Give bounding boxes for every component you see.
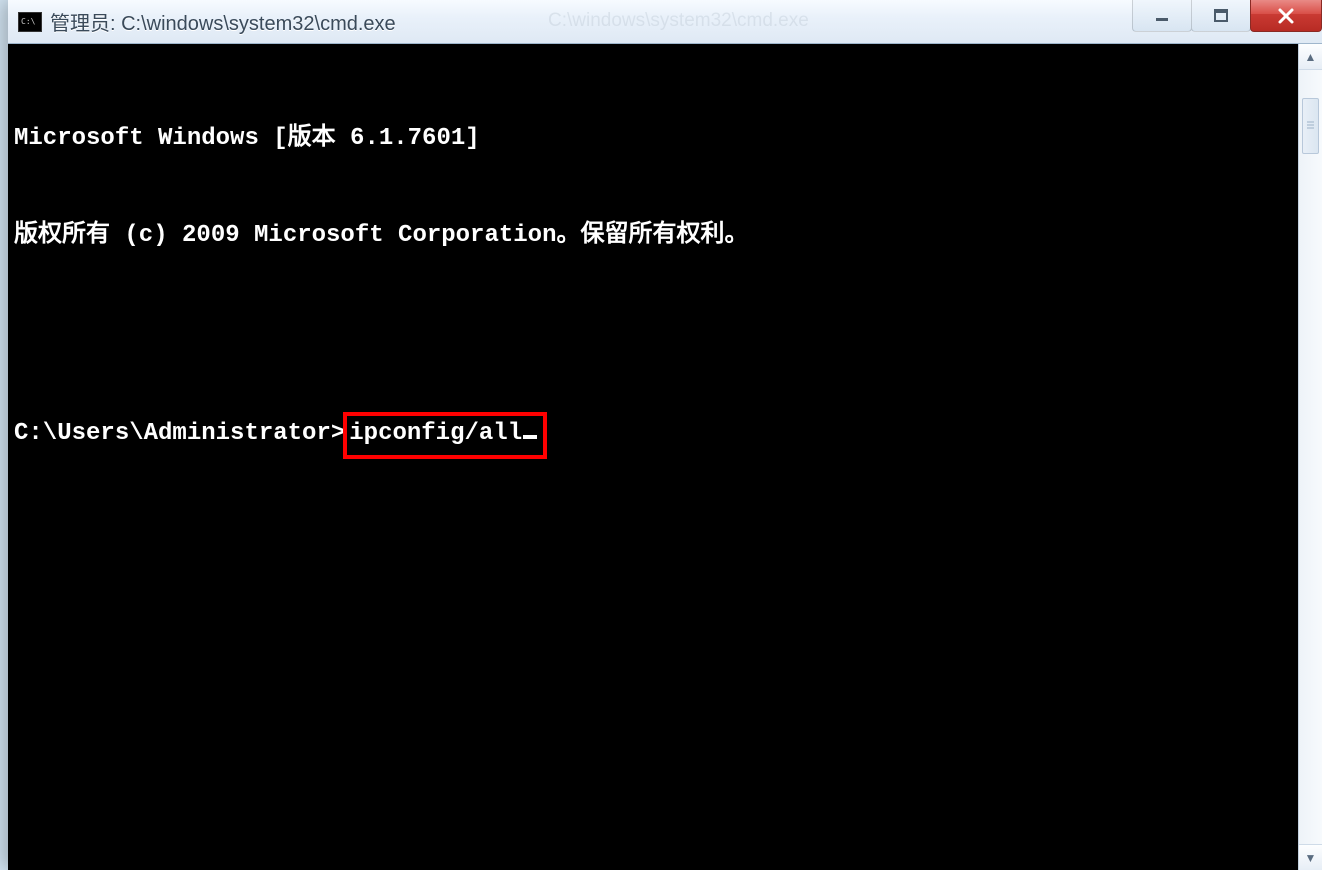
- minimize-icon: [1154, 8, 1170, 24]
- window-controls: [1133, 0, 1322, 32]
- shadow-title: C:\windows\system32\cmd.exe: [548, 10, 809, 32]
- minimize-button[interactable]: [1132, 0, 1192, 32]
- maximize-icon: [1213, 8, 1229, 24]
- prompt-text: C:\Users\Administrator>: [14, 420, 345, 447]
- arrow-up-icon: ▲: [1305, 50, 1317, 64]
- scroll-track[interactable]: [1299, 70, 1322, 844]
- scroll-thumb[interactable]: [1302, 98, 1319, 154]
- command-highlight: ipconfig/all: [343, 412, 547, 458]
- window-title: 管理员: C:\windows\system32\cmd.exe: [50, 7, 396, 36]
- command-text: ipconfig/all: [349, 420, 522, 447]
- version-line: Microsoft Windows [版本 6.1.7601]: [14, 123, 1292, 155]
- terminal-output[interactable]: Microsoft Windows [版本 6.1.7601] 版权所有 (c)…: [8, 44, 1298, 870]
- close-icon: [1277, 7, 1295, 25]
- blank-line: [14, 317, 1292, 349]
- titlebar[interactable]: 管理员: C:\windows\system32\cmd.exe C:\wind…: [8, 0, 1322, 44]
- copyright-line: 版权所有 (c) 2009 Microsoft Corporation。保留所有…: [14, 220, 1292, 252]
- cmd-window: 管理员: C:\windows\system32\cmd.exe C:\wind…: [8, 0, 1322, 870]
- text-cursor: [523, 435, 537, 439]
- cmd-icon: [18, 12, 42, 32]
- vertical-scrollbar[interactable]: ▲ ▼: [1298, 44, 1322, 870]
- scroll-down-button[interactable]: ▼: [1299, 844, 1322, 870]
- arrow-down-icon: ▼: [1305, 851, 1317, 865]
- close-button[interactable]: [1250, 0, 1322, 32]
- prompt-line: C:\Users\Administrator>ipconfig/all: [14, 414, 1292, 458]
- maximize-button[interactable]: [1191, 0, 1251, 32]
- scroll-up-button[interactable]: ▲: [1299, 44, 1322, 70]
